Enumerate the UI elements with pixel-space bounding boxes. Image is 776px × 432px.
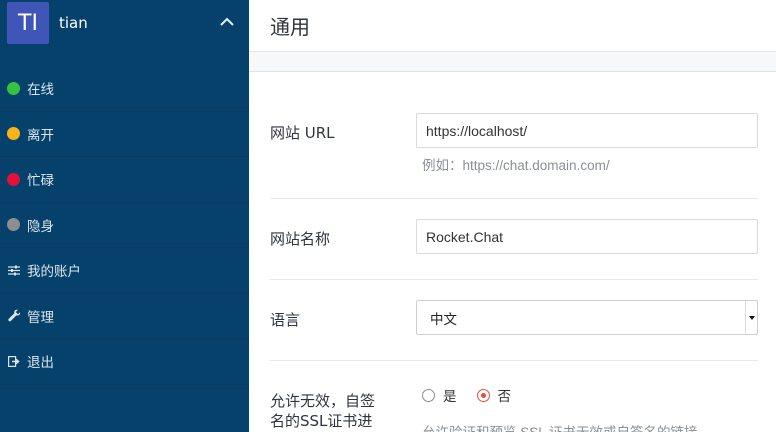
language-label: 语言 [270, 311, 301, 329]
avatar[interactable]: TI [7, 2, 49, 44]
ssl-label-line2: 名的SSL证书进 [270, 412, 373, 430]
status-invisible-icon [7, 218, 20, 232]
site-url-input[interactable] [416, 113, 758, 148]
setting-site-name: 网站名称 [270, 199, 758, 280]
ssl-radio-yes-label[interactable]: 是 [443, 385, 457, 405]
ssl-radio-no-label[interactable]: 否 [498, 385, 512, 405]
site-url-label: 网站 URL [270, 124, 335, 142]
site-name-label: 网站名称 [270, 230, 331, 248]
logout-icon [7, 354, 21, 368]
ssl-radio-no[interactable] [476, 388, 490, 402]
sidebar-item-my-account[interactable]: 我的账户 [0, 248, 249, 294]
status-away-label: 离开 [27, 127, 54, 144]
status-busy-label: 忙碌 [27, 173, 54, 190]
section-divider [249, 52, 776, 72]
sidebar-item-my-account-label: 我的账户 [27, 264, 81, 281]
sidebar: TI tian 在线 离开 忙碌 隐身 我的账户 管理 退出 [0, 0, 249, 432]
status-busy[interactable]: 忙碌 [0, 157, 249, 203]
chevron-up-icon[interactable] [219, 14, 235, 30]
ssl-label-line1: 允许无效，自签 [270, 392, 376, 410]
username: tian [59, 14, 88, 32]
status-online-icon [7, 81, 20, 95]
status-busy-icon [7, 172, 20, 186]
ssl-hint: 允许验证和预览 SSL 证书无效或自签名的链接 [422, 421, 698, 432]
wrench-icon [7, 309, 21, 323]
status-invisible-label: 隐身 [27, 218, 54, 235]
sidebar-item-admin-label: 管理 [27, 309, 54, 326]
main-content: 通用 网站 URL 例如：https://chat.domain.com/ 网站… [249, 0, 776, 432]
status-away-icon [7, 127, 20, 141]
page-title: 通用 [270, 15, 310, 39]
site-name-input[interactable] [416, 219, 758, 254]
sidebar-menu: 在线 离开 忙碌 隐身 我的账户 管理 退出 [0, 66, 249, 385]
language-selected-value: 中文 [430, 311, 457, 328]
dropdown-arrow-icon[interactable] [745, 301, 757, 334]
page-header: 通用 [249, 0, 776, 52]
language-select[interactable]: 中文 [416, 300, 758, 335]
setting-site-url: 网站 URL 例如：https://chat.domain.com/ [270, 100, 758, 199]
sidebar-item-logout-label: 退出 [27, 355, 54, 372]
setting-allow-invalid-ssl: 允许无效，自签 名的SSL证书进 是 否 允许验证和预览 SSL 证书无效或自签… [270, 361, 758, 432]
sidebar-item-admin[interactable]: 管理 [0, 294, 249, 339]
sliders-icon [7, 263, 21, 277]
sidebar-item-logout[interactable]: 退出 [0, 339, 249, 385]
site-url-hint: 例如：https://chat.domain.com/ [422, 158, 610, 173]
ssl-radio-group: 是 否 [422, 385, 531, 405]
setting-language: 语言 中文 [270, 280, 758, 361]
status-online[interactable]: 在线 [0, 66, 249, 112]
user-header[interactable]: TI tian [0, 0, 249, 46]
status-away[interactable]: 离开 [0, 112, 249, 157]
ssl-radio-yes[interactable] [422, 388, 435, 402]
status-invisible[interactable]: 隐身 [0, 203, 249, 248]
status-online-label: 在线 [27, 82, 54, 99]
